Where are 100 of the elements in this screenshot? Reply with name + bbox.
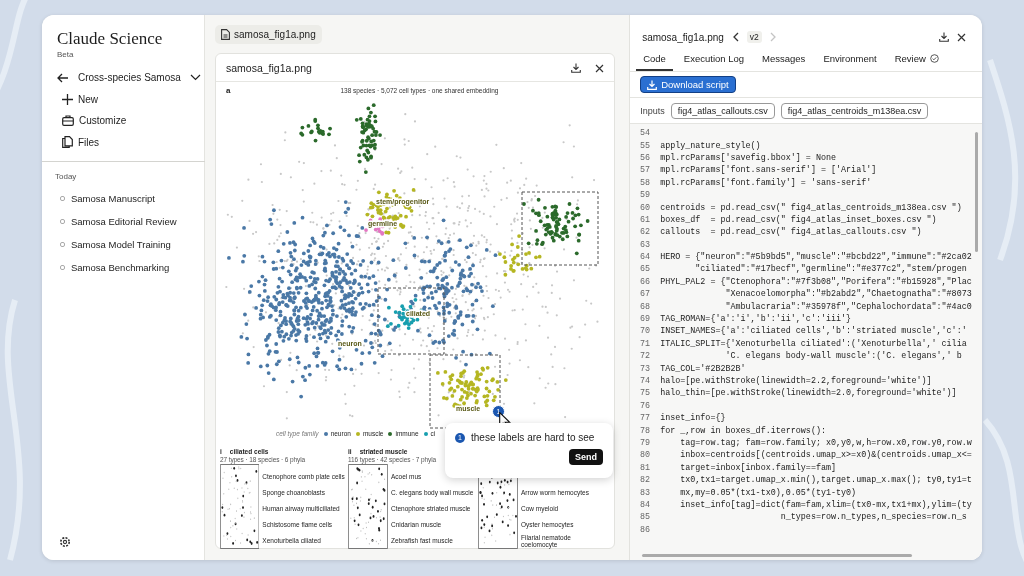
code-line: centroids = pd.read_csv(" fig4_atlas_centroids_m138ea.csv ")	[660, 202, 962, 213]
code-line: TAG_ROMAN={'a':'i','b':'ii','c':'iii'}	[660, 314, 852, 325]
code-line: inbox=centroids[(centroids.umap_x>=x0)&(centroids.umap_x<=	[679, 450, 972, 461]
horizontal-scrollbar[interactable]	[642, 554, 913, 557]
code-line: tag=row.tag; fam=row.family; x0,y0,w,h=row.x0,row.y0,row.w	[679, 437, 972, 448]
download-script-button[interactable]: Download script	[640, 76, 736, 93]
tab[interactable]: Environment	[816, 49, 884, 71]
chat-item[interactable]: Samosa Model Training	[42, 233, 171, 256]
line-number: 68	[639, 301, 652, 312]
back-arrow-icon[interactable]	[57, 72, 69, 83]
download-icon	[647, 79, 658, 90]
chat-item[interactable]: Samosa Manuscript	[42, 187, 155, 210]
code-line: mx,my=0.05*(tx1-tx0),0.05*(ty1-ty0)	[679, 487, 857, 498]
line-number: 79	[639, 437, 652, 448]
line-number: 61	[639, 214, 652, 225]
line-number: 73	[639, 363, 652, 374]
code-line: inset_info[tag]=dict(fam=fam,xlim=(tx0-mx,tx1+mx),ylim=(ty	[679, 499, 972, 510]
line-number: 83	[639, 487, 652, 498]
close-icon[interactable]	[957, 32, 966, 42]
line-number: 80	[639, 450, 652, 461]
tab[interactable]: Review	[887, 49, 946, 71]
line-number: 84	[639, 499, 652, 510]
line-number: 81	[639, 462, 652, 473]
line-number: 85	[639, 512, 652, 523]
line-number: 70	[639, 326, 652, 337]
line-number: 57	[639, 165, 652, 176]
code-line: n_types=row.n_types,n_species=row.n_s	[779, 512, 967, 523]
code-line: boxes_df = pd.read_csv(" fig4_atlas_inset_boxes.csv ")	[660, 214, 937, 225]
line-number: 62	[639, 227, 652, 238]
line-number: 55	[639, 140, 652, 151]
chevron-down-icon[interactable]	[189, 74, 201, 81]
line-number: 67	[639, 289, 652, 300]
line-number: 71	[639, 338, 652, 349]
nav-item[interactable]: Customize	[42, 110, 127, 131]
section-label: Today	[55, 172, 78, 181]
file-title: samosa_fig1a.png	[642, 31, 724, 43]
plus-icon	[62, 94, 73, 105]
code-line: target=inbox[inbox.family==fam]	[679, 462, 837, 473]
line-number: 74	[639, 376, 652, 386]
code-line: TAG_COL='#2B2B2B'	[660, 363, 746, 374]
line-number: 54	[639, 128, 652, 139]
line-number: 58	[639, 177, 652, 188]
tab[interactable]: Messages	[755, 49, 813, 71]
download-icon[interactable]	[571, 63, 581, 73]
code-line: inset_info={}	[660, 413, 726, 424]
code-line: mpl.rcParams['font.family'] = 'sans-serif'	[660, 177, 872, 188]
code-line: ITALIC_SPLIT={'Xenoturbella ciliated':('Xenoturbella',' cilia	[660, 338, 967, 349]
line-number: 76	[639, 400, 652, 411]
code-line: PHYL_PAL2 = {"Ctenophora":"#7f3b08","Porifera":"#b15928","Plac	[660, 276, 972, 287]
line-number: 82	[639, 475, 652, 486]
file-icon	[221, 29, 230, 40]
inset-box	[377, 287, 445, 355]
line-number: 59	[639, 190, 652, 201]
code-line: tx0,tx1=target.umap_x.min(),target.umap_x.max(); ty0,ty1=t	[679, 475, 972, 486]
line-number: 75	[639, 388, 652, 399]
code-line: HERO = {"neuron":"#5b9bd5","muscle":"#bcbd22","immune":"#2ca02	[660, 252, 972, 263]
beta-label: Beta	[57, 50, 75, 59]
previous-version-icon[interactable]	[731, 32, 739, 42]
input-file-chip[interactable]: fig4_atlas_callouts.csv	[670, 103, 775, 119]
version-label[interactable]: v2	[746, 31, 762, 43]
settings-icon[interactable]	[59, 536, 71, 548]
line-number: 60	[639, 202, 652, 213]
line-number: 66	[639, 276, 652, 287]
tab[interactable]: Code	[636, 49, 673, 71]
download-icon[interactable]	[939, 32, 949, 42]
file-tab[interactable]: samosa_fig1a.png	[215, 25, 322, 44]
line-number: 56	[639, 152, 652, 163]
close-icon[interactable]	[595, 63, 604, 73]
nav-item[interactable]: New	[42, 89, 98, 110]
viewer-title: samosa_fig1a.png	[226, 62, 313, 74]
line-number: 78	[639, 425, 652, 436]
chat-item[interactable]: Samosa Editorial Review	[42, 210, 177, 233]
nav-item[interactable]: Files	[42, 131, 100, 153]
line-number: 69	[639, 314, 652, 325]
code-line: apply_nature_style()	[660, 140, 761, 151]
app-title: Claude Science	[57, 29, 164, 49]
send-button[interactable]: Send	[569, 449, 603, 465]
code-line: 'C. elegans body-wall muscle':('C. elegans',' b	[724, 351, 962, 362]
code-line: halo=[pe.withStroke(linewidth=2.2,foreground='white')]	[660, 376, 932, 386]
panel-letter: a	[226, 86, 231, 95]
line-number: 63	[639, 239, 652, 250]
chat-item[interactable]: Samosa Benchmarking	[42, 256, 170, 279]
code-line: "Ambulacraria":"#35978f","Cephalochordata":"#4ac0	[724, 301, 972, 312]
line-number: 77	[639, 413, 652, 424]
code-line: for _,row in boxes_df.iterrows():	[660, 425, 826, 436]
tab[interactable]: Execution Log	[676, 49, 752, 71]
inputs-label: Inputs	[640, 106, 665, 116]
input-file-chip[interactable]: fig4_atlas_centroids_m138ea.csv	[780, 103, 929, 119]
code-line: "ciliated":"#17becf","germline":"#e377c2","stem/progen	[694, 264, 967, 275]
check-circle-icon	[929, 54, 939, 63]
project-name[interactable]: Cross-species Samosa	[78, 72, 181, 83]
line-number: 64	[639, 252, 652, 263]
code-line: "Xenacoelomorpha":"#b2abd2","Chaetognatha":"#8073	[724, 289, 972, 300]
code-line: callouts = pd.read_csv(" fig4_atlas_callouts.csv ")	[660, 227, 922, 238]
briefcase-icon	[62, 115, 74, 126]
code-line: mpl.rcParams['savefig.bbox'] = None	[660, 152, 837, 163]
vertical-scrollbar[interactable]	[975, 132, 978, 252]
line-number: 86	[639, 524, 652, 535]
code-line: halo_thin=[pe.withStroke(linewidth=2.0,foreground='white')]	[660, 388, 957, 399]
line-number: 65	[639, 264, 652, 275]
